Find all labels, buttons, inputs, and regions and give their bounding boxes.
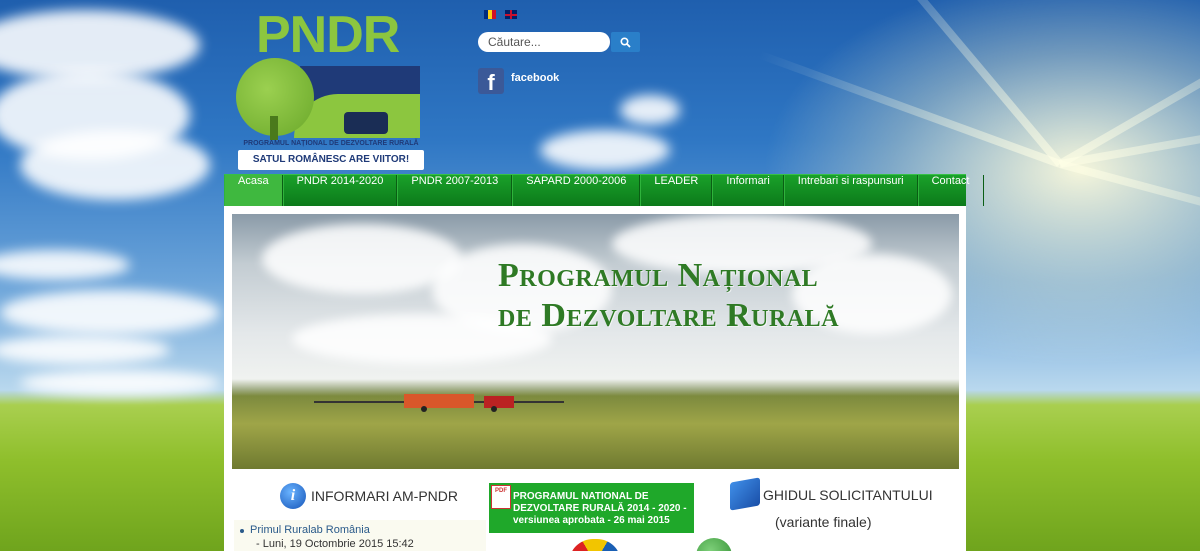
tree-trunk xyxy=(270,116,278,140)
site-logo[interactable]: PNDR PROGRAMUL NAȚIONAL DE DEZVOLTARE RU… xyxy=(234,6,424,172)
info-icon: i xyxy=(280,483,306,509)
nav-item-pndr-2007-2013[interactable]: PNDR 2007-2013 xyxy=(397,175,513,206)
logo-subtitle: PROGRAMUL NAȚIONAL DE DEZVOLTARE RURALĂ xyxy=(243,140,419,147)
sprayer-tractor-image xyxy=(314,394,564,412)
pndr-document-link[interactable]: PDF PROGRAMUL NATIONAL DE DEZVOLTARE RUR… xyxy=(489,483,694,533)
facebook-icon[interactable]: f xyxy=(478,68,504,95)
book-icon xyxy=(730,477,760,511)
nav-item-intrebari[interactable]: Intrebari si raspunsuri xyxy=(783,175,918,206)
flag-ro-icon[interactable] xyxy=(484,10,496,19)
tractor-icon xyxy=(344,112,388,134)
nav-item-acasa[interactable]: Acasa xyxy=(224,175,283,206)
search-input[interactable] xyxy=(478,32,610,52)
search-icon xyxy=(620,36,631,48)
logo-title: PNDR xyxy=(256,6,400,64)
informari-title: INFORMARI AM-PNDR xyxy=(311,488,458,504)
pndr-document-text: PROGRAMUL NATIONAL DE DEZVOLTARE RURALĂ … xyxy=(513,491,687,526)
hero-banner: Programul Național de Dezvoltare Rurală xyxy=(232,214,959,469)
nav-item-informari[interactable]: Informari xyxy=(712,175,784,206)
banner-title-line2: de Dezvoltare Rurală xyxy=(498,297,840,334)
nav-item-contact[interactable]: Contact xyxy=(917,175,984,206)
ghid-subtitle: (variante finale) xyxy=(775,514,872,530)
search-button[interactable] xyxy=(611,32,640,52)
banner-title-line1: Programul Național xyxy=(498,257,819,294)
facebook-link[interactable]: facebook xyxy=(511,72,559,84)
banner-title: Programul Național de Dezvoltare Rurală xyxy=(498,256,958,336)
main-nav: Acasa PNDR 2014-2020 PNDR 2007-2013 SAPA… xyxy=(224,174,984,206)
logo-tagline: SATUL ROMÂNESC ARE VIITOR! xyxy=(238,150,424,170)
news-list: Primul Ruralab România - Luni, 19 Octomb… xyxy=(234,520,486,551)
ghid-title[interactable]: GHIDUL SOLICITANTULUI xyxy=(763,487,933,503)
nav-item-leader[interactable]: LEADER xyxy=(640,175,713,206)
nav-item-pndr-2014-2020[interactable]: PNDR 2014-2020 xyxy=(282,175,398,206)
news-item-date: - Luni, 19 Octombrie 2015 15:42 xyxy=(256,538,414,550)
pdf-icon: PDF xyxy=(491,485,511,509)
news-item-title[interactable]: Primul Ruralab România xyxy=(238,524,486,536)
program-logo-icon xyxy=(569,539,621,551)
check-icon xyxy=(696,538,732,551)
main-content: Programul Național de Dezvoltare Rurală … xyxy=(224,206,966,551)
nav-item-sapard[interactable]: SAPARD 2000-2006 xyxy=(512,175,641,206)
flag-en-icon[interactable] xyxy=(505,10,517,19)
